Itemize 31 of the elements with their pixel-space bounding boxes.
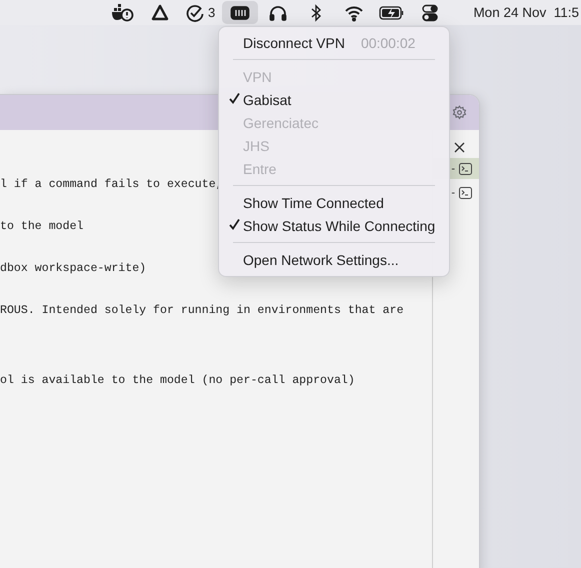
status-item-highlight[interactable]	[222, 1, 258, 24]
menu-item[interactable]: Gabisat	[219, 88, 449, 111]
menu-item[interactable]: Open Network Settings...	[219, 248, 449, 271]
connected-time: 00:00:02	[360, 34, 416, 50]
checkmark-icon	[229, 92, 240, 104]
battery-charging-icon[interactable]	[379, 4, 406, 22]
menu-item-label: Disconnect VPN	[243, 34, 345, 50]
row-label: -	[451, 186, 455, 198]
menu-bar-clock[interactable]: Mon 24 Nov 11:5	[473, 5, 579, 20]
triangle-icon[interactable]	[150, 4, 170, 22]
output-text-line: ol is available to the model (no per-call approval)	[0, 374, 355, 388]
checkmark-icon	[229, 218, 240, 230]
menu-item[interactable]: Disconnect VPN 00:00:02	[219, 31, 449, 54]
terminal-icon	[459, 162, 472, 174]
close-button[interactable]	[452, 140, 467, 155]
row-label: -	[451, 162, 455, 174]
output-text-line: l if a command fails to execute,	[0, 178, 223, 192]
settings-icon[interactable]	[452, 105, 467, 120]
alert-icon[interactable]	[110, 4, 134, 22]
wifi-icon[interactable]	[344, 4, 364, 22]
status-count: 3	[208, 5, 216, 20]
control-center-icon[interactable]	[422, 4, 438, 22]
output-text-line: to the model	[0, 220, 84, 234]
check-circle-icon[interactable]	[185, 4, 205, 22]
output-text-line: ROUS. Intended solely for running in environments that are	[0, 304, 404, 318]
headphones-icon[interactable]	[268, 4, 288, 22]
vpn-icon[interactable]	[230, 4, 250, 22]
output-text-line: dbox workspace-write)	[0, 262, 146, 276]
menu-item[interactable]: Show Status While Connecting	[219, 214, 449, 237]
terminal-icon	[459, 186, 472, 198]
close-icon	[454, 142, 465, 153]
